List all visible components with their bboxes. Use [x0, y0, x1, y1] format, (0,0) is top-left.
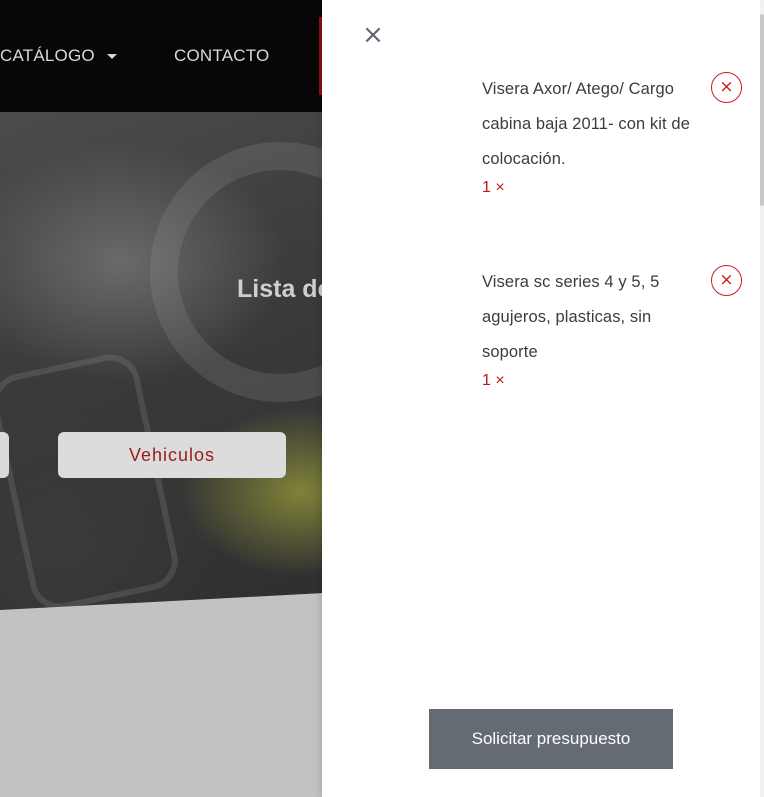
nav-catalogo-link[interactable]: CATÁLOGO [0, 46, 95, 66]
hero-category-button[interactable] [0, 432, 9, 478]
cart-side-panel: × Visera Axor/ Atego/ Cargo cabina baja … [322, 0, 764, 797]
hero-banner: Lista de Vehiculos [0, 112, 410, 637]
cart-item-quantity: 1 × [482, 372, 505, 389]
page-section-below-hero [0, 625, 340, 797]
site-navbar: CATÁLOGO CONTACTO [0, 0, 340, 112]
cart-item-name[interactable]: Visera sc series 4 y 5, 5 agujeros, plas… [482, 265, 707, 370]
cart-item-quantity: 1 × [482, 179, 505, 196]
vehiculos-button[interactable]: Vehiculos [58, 432, 286, 478]
scrollbar-thumb[interactable] [760, 14, 764, 206]
request-quote-button[interactable]: Solicitar presupuesto [429, 709, 673, 769]
close-icon[interactable]: × [360, 22, 386, 48]
chevron-down-icon[interactable] [107, 54, 117, 59]
cart-item-name[interactable]: Visera Axor/ Atego/ Cargo cabina baja 20… [482, 72, 707, 177]
cart-item: Visera sc series 4 y 5, 5 agujeros, plas… [482, 265, 707, 390]
nav-contacto-link[interactable]: CONTACTO [174, 46, 269, 66]
hero-background-detail [0, 349, 184, 615]
remove-item-icon[interactable]: ⨯ [711, 72, 742, 103]
cart-item: Visera Axor/ Atego/ Cargo cabina baja 20… [482, 72, 707, 197]
remove-item-icon[interactable]: ⨯ [711, 265, 742, 296]
hero-title: Lista de [237, 275, 332, 303]
